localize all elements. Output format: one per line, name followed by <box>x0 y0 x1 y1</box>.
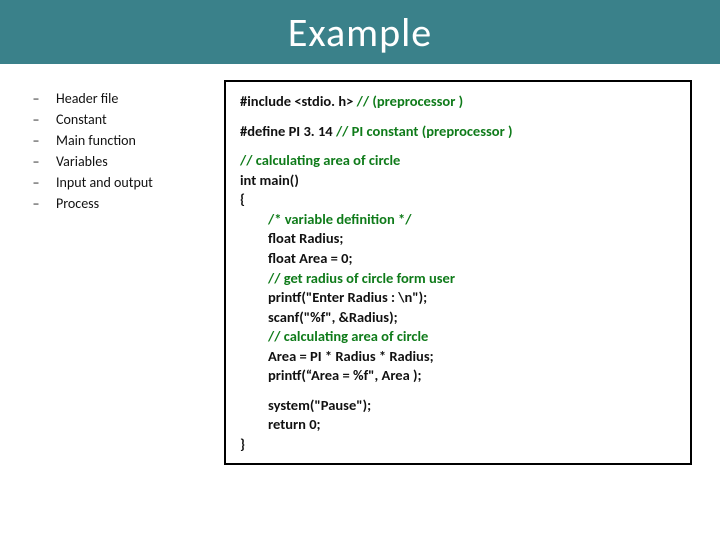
bullet-label: Main function <box>56 132 136 149</box>
code-line: { <box>240 190 676 210</box>
content-area: – Header file – Constant – Main function… <box>0 64 720 465</box>
code-line: int main() <box>240 171 676 191</box>
code-comment: // calculating area of circle <box>268 327 676 347</box>
code-comment: // PI constant (preprocessor ) <box>336 122 513 140</box>
code-line: printf("Enter Radius : \n"); <box>268 288 676 308</box>
code-line: float Radius; <box>268 229 676 249</box>
bullet-label: Header file <box>56 90 118 107</box>
code-line: Area = PI * Radius * Radius; <box>268 347 676 367</box>
bullet-dash-icon: – <box>24 90 48 107</box>
code-line: printf(“Area = %f", Area ); <box>268 366 676 386</box>
list-item: – Variables <box>16 153 216 170</box>
code-line: #include <stdio. h> // (preprocessor ) <box>240 92 676 112</box>
code-line: scanf("%f", &Radius); <box>268 308 676 328</box>
code-text: #define PI 3. 14 <box>240 122 336 140</box>
code-line: return 0; <box>268 415 676 435</box>
bullet-dash-icon: – <box>24 153 48 170</box>
bullet-label: Constant <box>56 111 107 128</box>
code-text: #include <stdio. h> <box>240 92 357 110</box>
title-bar: Example <box>0 0 720 64</box>
bullet-dash-icon: – <box>24 132 48 149</box>
list-item: – Main function <box>16 132 216 149</box>
list-item: – Input and output <box>16 174 216 191</box>
bullet-dash-icon: – <box>24 174 48 191</box>
list-item: – Constant <box>16 111 216 128</box>
code-comment: // get radius of circle form user <box>268 269 676 289</box>
bullet-label: Process <box>56 195 99 212</box>
bullet-label: Input and output <box>56 174 153 191</box>
code-line: float Area = 0; <box>268 249 676 269</box>
bullet-dash-icon: – <box>24 111 48 128</box>
bullet-list: – Header file – Constant – Main function… <box>16 80 216 465</box>
slide-title: Example <box>288 8 432 57</box>
code-box: #include <stdio. h> // (preprocessor ) #… <box>224 80 692 465</box>
list-item: – Process <box>16 195 216 212</box>
code-line: system("Pause"); <box>268 396 676 416</box>
bullet-dash-icon: – <box>24 195 48 212</box>
bullet-label: Variables <box>56 153 108 170</box>
code-comment: // (preprocessor ) <box>357 92 464 110</box>
code-line: } <box>240 435 676 455</box>
code-comment: // calculating area of circle <box>240 151 676 171</box>
code-comment: /* variable definition */ <box>268 210 676 230</box>
list-item: – Header file <box>16 90 216 107</box>
code-line: #define PI 3. 14 // PI constant (preproc… <box>240 122 676 142</box>
